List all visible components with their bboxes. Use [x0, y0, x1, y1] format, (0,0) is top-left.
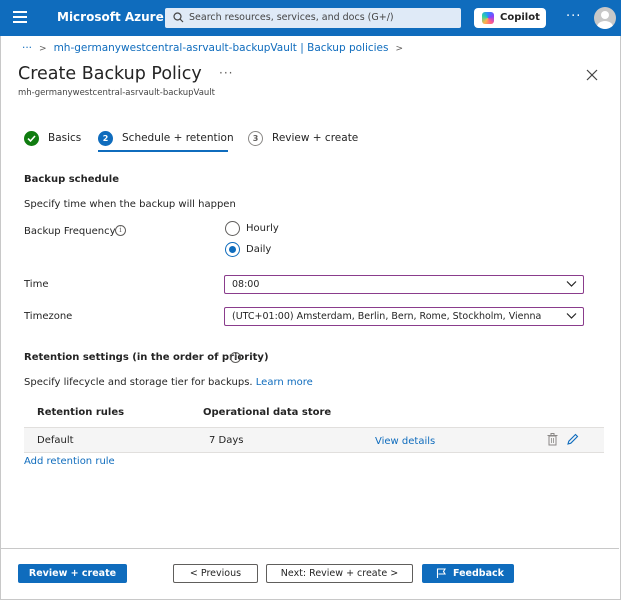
timezone-value: (UTC+01:00) Amsterdam, Berlin, Bern, Rom…: [232, 311, 542, 322]
feedback-label: Feedback: [453, 568, 504, 579]
search-placeholder[interactable]: Search resources, services, and docs (G+…: [189, 12, 394, 23]
top-navigation-bar: Microsoft Azure Search resources, servic…: [0, 0, 621, 36]
breadcrumb-more[interactable]: ···: [22, 42, 32, 54]
time-dropdown[interactable]: 08:00: [224, 275, 584, 294]
radio-hourly-label[interactable]: Hourly: [246, 223, 279, 234]
breadcrumb: ··· > mh-germanywestcentral-asrvault-backu…: [22, 42, 410, 54]
step-number: 3: [248, 131, 263, 146]
chevron-right-icon: >: [39, 44, 47, 54]
info-icon[interactable]: i: [115, 225, 126, 236]
radio-daily-label[interactable]: Daily: [246, 244, 271, 255]
close-icon[interactable]: [586, 69, 598, 81]
delete-icon[interactable]: [547, 433, 558, 446]
timezone-label: Timezone: [24, 311, 73, 322]
column-header-retention-rules: Retention rules: [37, 407, 125, 418]
search-box[interactable]: Search resources, services, and docs (G+…: [165, 8, 461, 28]
view-details-link[interactable]: View details: [375, 436, 435, 447]
search-icon: [173, 12, 184, 23]
learn-more-link[interactable]: Learn more: [256, 377, 313, 388]
check-icon: [24, 131, 39, 146]
backup-schedule-description: Specify time when the backup will happen: [24, 199, 236, 210]
feedback-button[interactable]: Feedback: [422, 564, 514, 583]
edit-icon[interactable]: [566, 433, 579, 446]
previous-button[interactable]: < Previous: [173, 564, 258, 583]
table-row: [24, 428, 604, 452]
feedback-icon: [436, 568, 446, 578]
tab-label: Basics: [48, 132, 82, 144]
chevron-down-icon: [566, 313, 577, 319]
chevron-right-icon: >: [395, 44, 404, 54]
copilot-label: Copilot: [500, 12, 540, 23]
retention-duration: 7 Days: [209, 435, 244, 446]
step-number: 2: [98, 131, 113, 146]
add-retention-rule-link[interactable]: Add retention rule: [24, 456, 115, 467]
page-title: Create Backup Policy: [18, 64, 202, 84]
tab-label: Schedule + retention: [122, 132, 234, 144]
radio-hourly[interactable]: [225, 221, 240, 236]
retention-description-text: Specify lifecycle and storage tier for b…: [24, 377, 253, 388]
active-tab-indicator: [98, 150, 228, 152]
chevron-down-icon: [566, 281, 577, 287]
title-more-icon[interactable]: ···: [219, 66, 233, 80]
backup-schedule-heading: Backup schedule: [24, 174, 119, 185]
time-value: 08:00: [232, 279, 260, 290]
retention-rule-name: Default: [37, 435, 74, 446]
more-options-icon[interactable]: ···: [566, 9, 581, 24]
tab-label: Review + create: [272, 132, 359, 144]
menu-icon[interactable]: [13, 11, 27, 23]
retention-description: Specify lifecycle and storage tier for b…: [24, 377, 313, 388]
time-label: Time: [24, 279, 49, 290]
backup-frequency-label: Backup Frequency: [24, 226, 116, 237]
copilot-button[interactable]: Copilot: [474, 8, 546, 28]
breadcrumb-item-backup-policies[interactable]: mh-germanywestcentral-asrvault-backupVau…: [54, 42, 389, 54]
timezone-dropdown[interactable]: (UTC+01:00) Amsterdam, Berlin, Bern, Rom…: [224, 307, 584, 326]
brand-name[interactable]: Microsoft Azure: [57, 10, 164, 24]
radio-daily[interactable]: [225, 242, 240, 257]
review-create-button[interactable]: Review + create: [18, 564, 127, 583]
avatar[interactable]: [594, 7, 616, 29]
copilot-icon: [482, 12, 494, 24]
table-divider: [24, 452, 604, 453]
info-icon[interactable]: i: [230, 352, 241, 363]
next-button[interactable]: Next: Review + create >: [266, 564, 413, 583]
column-header-operational-data-store: Operational data store: [203, 407, 332, 418]
page-subtitle: mh-germanywestcentral-asrvault-backupVau…: [18, 88, 215, 98]
footer-divider: [0, 548, 619, 549]
